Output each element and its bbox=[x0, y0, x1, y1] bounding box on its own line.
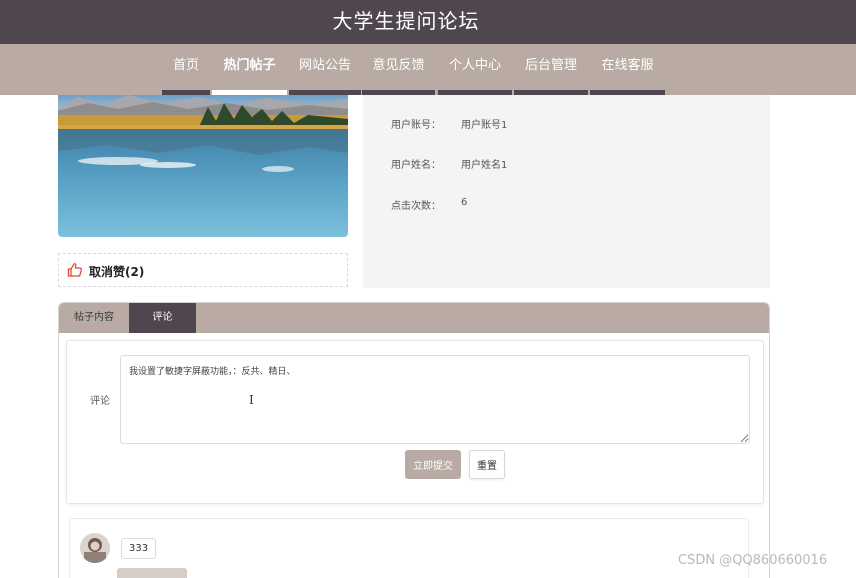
comment-text: 333 bbox=[121, 538, 157, 559]
nav-item-label: 意见反馈 bbox=[372, 58, 425, 73]
info-value-name: 用户姓名1 bbox=[461, 160, 508, 171]
nav-item-hot-posts[interactable]: 热门帖子 bbox=[212, 44, 287, 95]
like-label: 取消赞(2) bbox=[89, 265, 145, 279]
comment-label: 评论 bbox=[90, 396, 110, 407]
tab-post-content[interactable]: 帖子内容 bbox=[59, 303, 129, 333]
user-avatar-icon bbox=[80, 533, 110, 563]
nav-item-label: 网站公告 bbox=[298, 58, 351, 73]
thumbs-up-icon bbox=[67, 263, 83, 277]
tab-comments[interactable]: 评论 bbox=[129, 303, 196, 333]
nav-item-personal-center[interactable]: 个人中心 bbox=[438, 44, 512, 95]
watermark: CSDN @QQ860660016 bbox=[678, 553, 828, 568]
nav-item-announcements[interactable]: 网站公告 bbox=[289, 44, 361, 95]
site-title: 大学生提问论坛 bbox=[332, 9, 480, 33]
text-cursor-icon: I bbox=[249, 393, 254, 407]
submit-button[interactable]: 立即提交 bbox=[405, 450, 461, 479]
main-nav: 首页 热门帖子 网站公告 意见反馈 个人中心 后台管理 在线客服 bbox=[0, 44, 856, 95]
like-toggle-button[interactable]: 取消赞(2) bbox=[58, 253, 348, 287]
tab-strip: 帖子内容 评论 bbox=[59, 303, 769, 333]
reset-button[interactable]: 重置 bbox=[469, 450, 505, 479]
nav-item-label: 首页 bbox=[172, 58, 199, 73]
nav-item-admin[interactable]: 后台管理 bbox=[514, 44, 588, 95]
info-label-clicks: 点击次数： bbox=[391, 201, 441, 212]
nav-item-label: 热门帖子 bbox=[223, 58, 276, 73]
info-label-name: 用户姓名： bbox=[391, 160, 441, 171]
post-info-panel: 用户账号： 用户账号1 用户姓名： 用户姓名1 点击次数： 6 bbox=[363, 95, 770, 288]
post-image bbox=[58, 95, 348, 237]
info-value-clicks: 6 bbox=[461, 197, 468, 208]
info-label-account: 用户账号： bbox=[391, 120, 441, 131]
info-value-account: 用户账号1 bbox=[461, 120, 508, 131]
post-tabs: 帖子内容 评论 评论 I 立即提交 重置 333 bbox=[58, 302, 770, 578]
nav-item-label: 个人中心 bbox=[448, 58, 501, 73]
site-header: 大学生提问论坛 bbox=[0, 0, 856, 44]
comment-textarea[interactable] bbox=[120, 355, 750, 444]
nav-item-feedback[interactable]: 意见反馈 bbox=[362, 44, 435, 95]
nav-item-customer-service[interactable]: 在线客服 bbox=[590, 44, 665, 95]
nav-item-label: 在线客服 bbox=[601, 58, 654, 73]
nav-item-home[interactable]: 首页 bbox=[162, 44, 210, 95]
nav-item-label: 后台管理 bbox=[524, 58, 577, 73]
comment-list: 333 bbox=[69, 518, 749, 578]
reply-button[interactable] bbox=[117, 568, 187, 578]
avatar bbox=[80, 533, 110, 563]
comment-form: 评论 I 立即提交 重置 bbox=[66, 340, 764, 504]
landscape-image bbox=[58, 95, 348, 237]
